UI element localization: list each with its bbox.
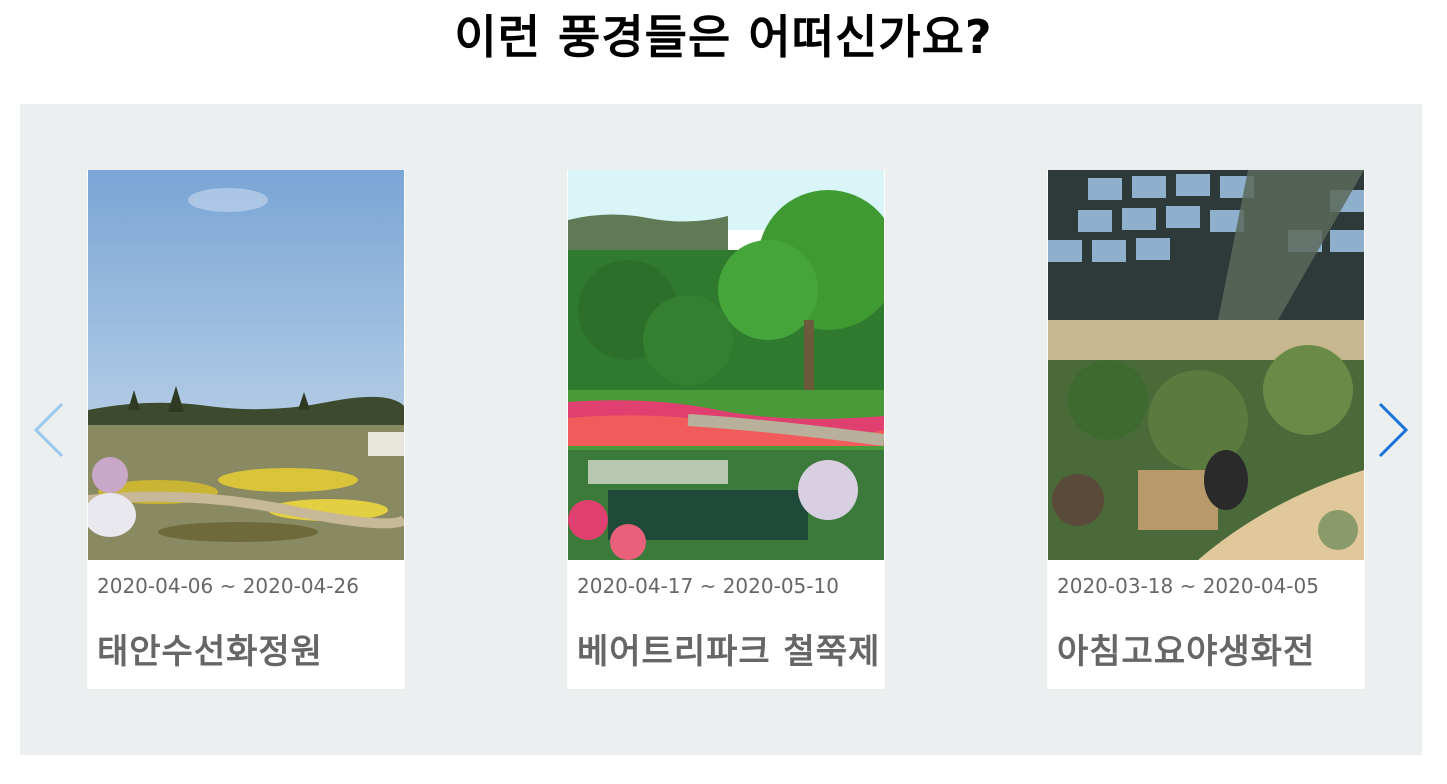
carousel-next-button[interactable] [1372,400,1412,460]
chevron-left-icon [33,402,64,458]
festival-photo-azalea-park[interactable] [568,170,884,560]
festival-card[interactable]: 2020-04-17 ~ 2020-05-10 베어트리파크 철쭉제 [567,170,885,689]
festival-card[interactable]: 2020-03-18 ~ 2020-04-05 아침고요야생화전 [1047,170,1365,689]
festival-date: 2020-04-17 ~ 2020-05-10 [577,574,839,598]
section-title: 이런 풍경들은 어떠신가요? [454,10,993,64]
page: 이런 풍경들은 어떠신가요? 2020-04-06 ~ 2020-04-26 태… [0,0,1447,784]
festival-photo-daffodil-garden[interactable] [88,170,404,560]
festival-date: 2020-04-06 ~ 2020-04-26 [97,574,359,598]
festival-name[interactable]: 태안수선화정원 [97,624,323,673]
chevron-right-icon [1378,402,1409,458]
festival-photo-greenhouse[interactable] [1048,170,1364,560]
festival-carousel: 2020-04-06 ~ 2020-04-26 태안수선화정원 2020-04-… [20,104,1422,755]
festival-card[interactable]: 2020-04-06 ~ 2020-04-26 태안수선화정원 [87,170,405,689]
festival-date: 2020-03-18 ~ 2020-04-05 [1057,574,1319,598]
festival-name[interactable]: 아침고요야생화전 [1057,624,1315,673]
carousel-prev-button[interactable] [32,400,72,460]
festival-name[interactable]: 베어트리파크 철쭉제 [577,624,880,673]
